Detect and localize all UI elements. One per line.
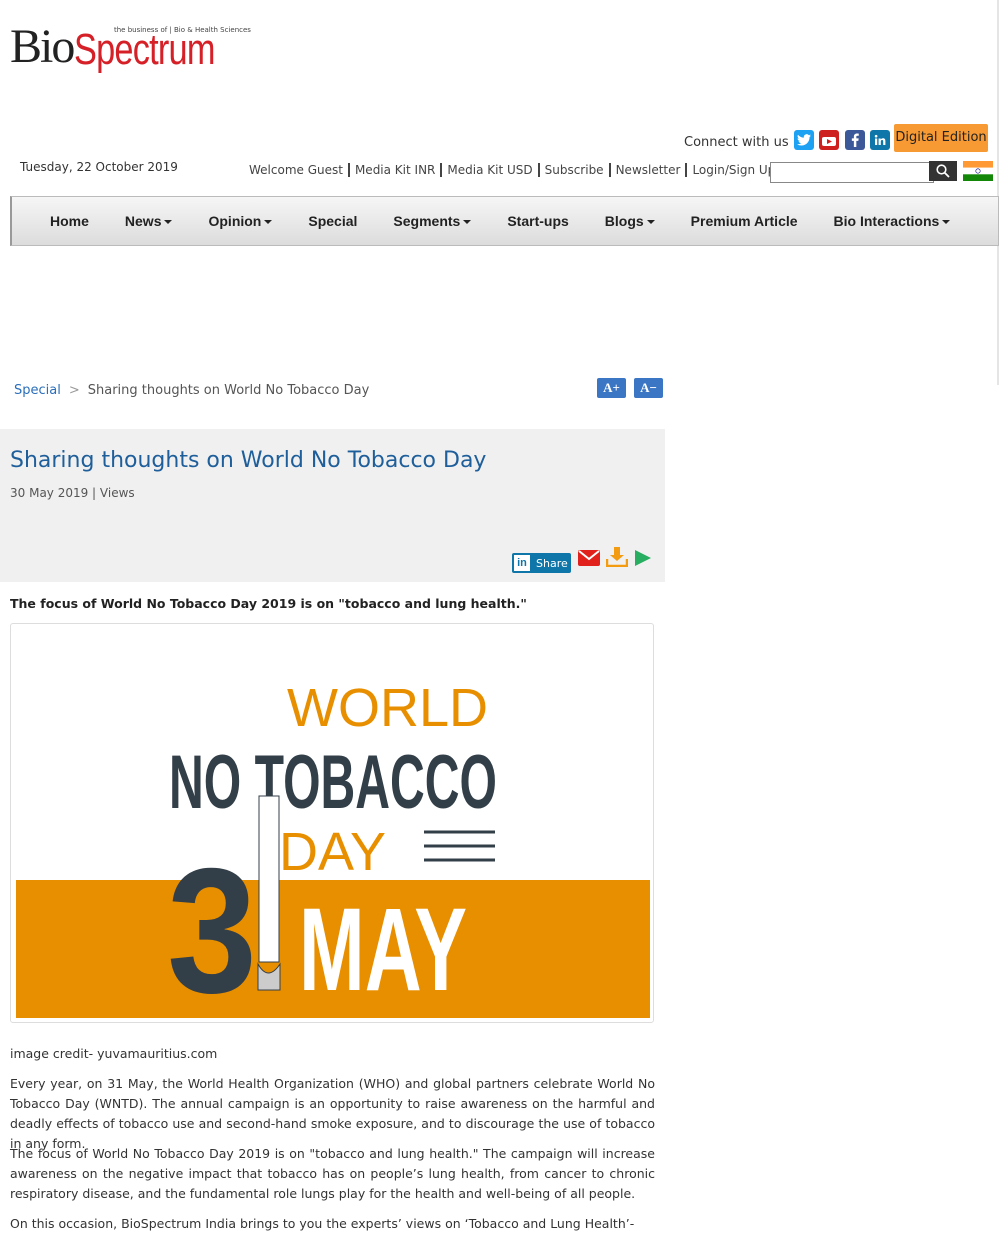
india-flag-icon[interactable] — [963, 161, 993, 181]
media-kit-usd-link[interactable]: Media Kit USD — [440, 163, 537, 177]
search-input[interactable] — [770, 162, 934, 183]
nav-item-segments[interactable]: Segments — [393, 213, 472, 229]
nav-label: Premium Article — [690, 213, 798, 229]
caret-down-icon — [164, 220, 173, 225]
linkedin-share-button[interactable]: in Share — [512, 553, 571, 573]
caret-down-icon — [463, 220, 472, 225]
media-kit-inr-link[interactable]: Media Kit INR — [347, 163, 440, 177]
search-icon — [936, 164, 950, 178]
nav-item-premium-article[interactable]: Premium Article — [691, 213, 798, 229]
nav-item-bio-interactions[interactable]: Bio Interactions — [834, 213, 951, 229]
youtube-icon[interactable] — [819, 130, 839, 150]
article-meta: 30 May 2019 | Views — [10, 486, 135, 500]
breadcrumb-separator: > — [68, 383, 80, 398]
article-paragraph-2: The focus of World No Tobacco Day 2019 i… — [10, 1146, 655, 1201]
top-links: Welcome Guest Media Kit INR Media Kit US… — [244, 163, 780, 177]
linkedin-icon: in — [514, 555, 530, 571]
connect-label: Connect with us : — [684, 135, 798, 150]
breadcrumb-current: Sharing thoughts on World No Tobacco Day — [87, 383, 370, 398]
logo-tagline: the business of | Bio & Health Sciences — [114, 26, 251, 34]
play-icon[interactable] — [634, 549, 652, 567]
caret-down-icon — [646, 220, 655, 225]
poster-text-no-tobacco: NO TOBACCO — [169, 740, 497, 825]
download-icon[interactable] — [606, 547, 628, 567]
image-credit: image credit- yuvamauritius.com — [10, 1046, 218, 1061]
logo-text-bio: Bio — [10, 20, 75, 73]
article-paragraph-1: Every year, on 31 May, the World Health … — [10, 1076, 655, 1151]
share-label: Share — [536, 556, 568, 570]
facebook-icon[interactable] — [845, 130, 865, 150]
font-decrease-button[interactable]: A− — [634, 378, 663, 398]
poster-text-may: MAY — [299, 884, 467, 1016]
nav-item-home[interactable]: Home — [50, 213, 89, 229]
article-paragraph-3: On this occasion, BioSpectrum India brin… — [10, 1216, 635, 1231]
site-logo[interactable]: Bio Spectrum the business of | Bio & Hea… — [10, 20, 251, 82]
main-nav: Home News Opinion Special Segments Start… — [10, 196, 999, 246]
digital-edition-button[interactable]: Digital Edition — [894, 124, 988, 152]
nav-item-news[interactable]: News — [125, 213, 173, 229]
caret-down-icon — [264, 220, 273, 225]
nav-label: Home — [50, 213, 89, 229]
nav-label: Opinion — [208, 213, 262, 229]
article-image: WORLD NO TOBACCO DAY 3 MAY — [10, 623, 654, 1030]
nav-label: Blogs — [604, 213, 644, 229]
nav-label: Start-ups — [507, 213, 569, 229]
font-increase-button[interactable]: A+ — [597, 378, 626, 398]
current-date: Tuesday, 22 October 2019 — [20, 160, 178, 174]
search-button[interactable] — [929, 161, 957, 181]
article-lead: The focus of World No Tobacco Day 2019 i… — [10, 596, 527, 611]
nav-item-startups[interactable]: Start-ups — [507, 213, 568, 229]
nav-label: Segments — [393, 213, 461, 229]
subscribe-link[interactable]: Subscribe — [537, 163, 609, 177]
linkedin-icon[interactable] — [870, 130, 890, 150]
newsletter-link[interactable]: Newsletter — [608, 163, 686, 177]
nav-item-special[interactable]: Special — [308, 213, 357, 229]
nav-item-blogs[interactable]: Blogs — [605, 213, 655, 229]
login-signup-link[interactable]: Login/Sign Up — [685, 163, 780, 177]
poster-text-world: WORLD — [287, 678, 488, 738]
email-icon[interactable] — [578, 550, 600, 566]
breadcrumb-section-link[interactable]: Special — [14, 383, 61, 398]
poster-number: 3 — [167, 831, 257, 1022]
article-title: Sharing thoughts on World No Tobacco Day — [10, 448, 487, 473]
nav-label: News — [124, 213, 162, 229]
welcome-guest-text: Welcome Guest — [249, 163, 343, 177]
nav-item-opinion[interactable]: Opinion — [208, 213, 273, 229]
poster-text-day: DAY — [279, 822, 386, 882]
breadcrumb: Special > Sharing thoughts on World No Tob… — [14, 383, 369, 398]
twitter-icon[interactable] — [794, 130, 814, 150]
nav-label: Bio Interactions — [833, 213, 940, 229]
caret-down-icon — [942, 220, 951, 225]
world-no-tobacco-day-poster: WORLD NO TOBACCO DAY 3 MAY — [16, 678, 650, 1030]
nav-label: Special — [308, 213, 358, 229]
